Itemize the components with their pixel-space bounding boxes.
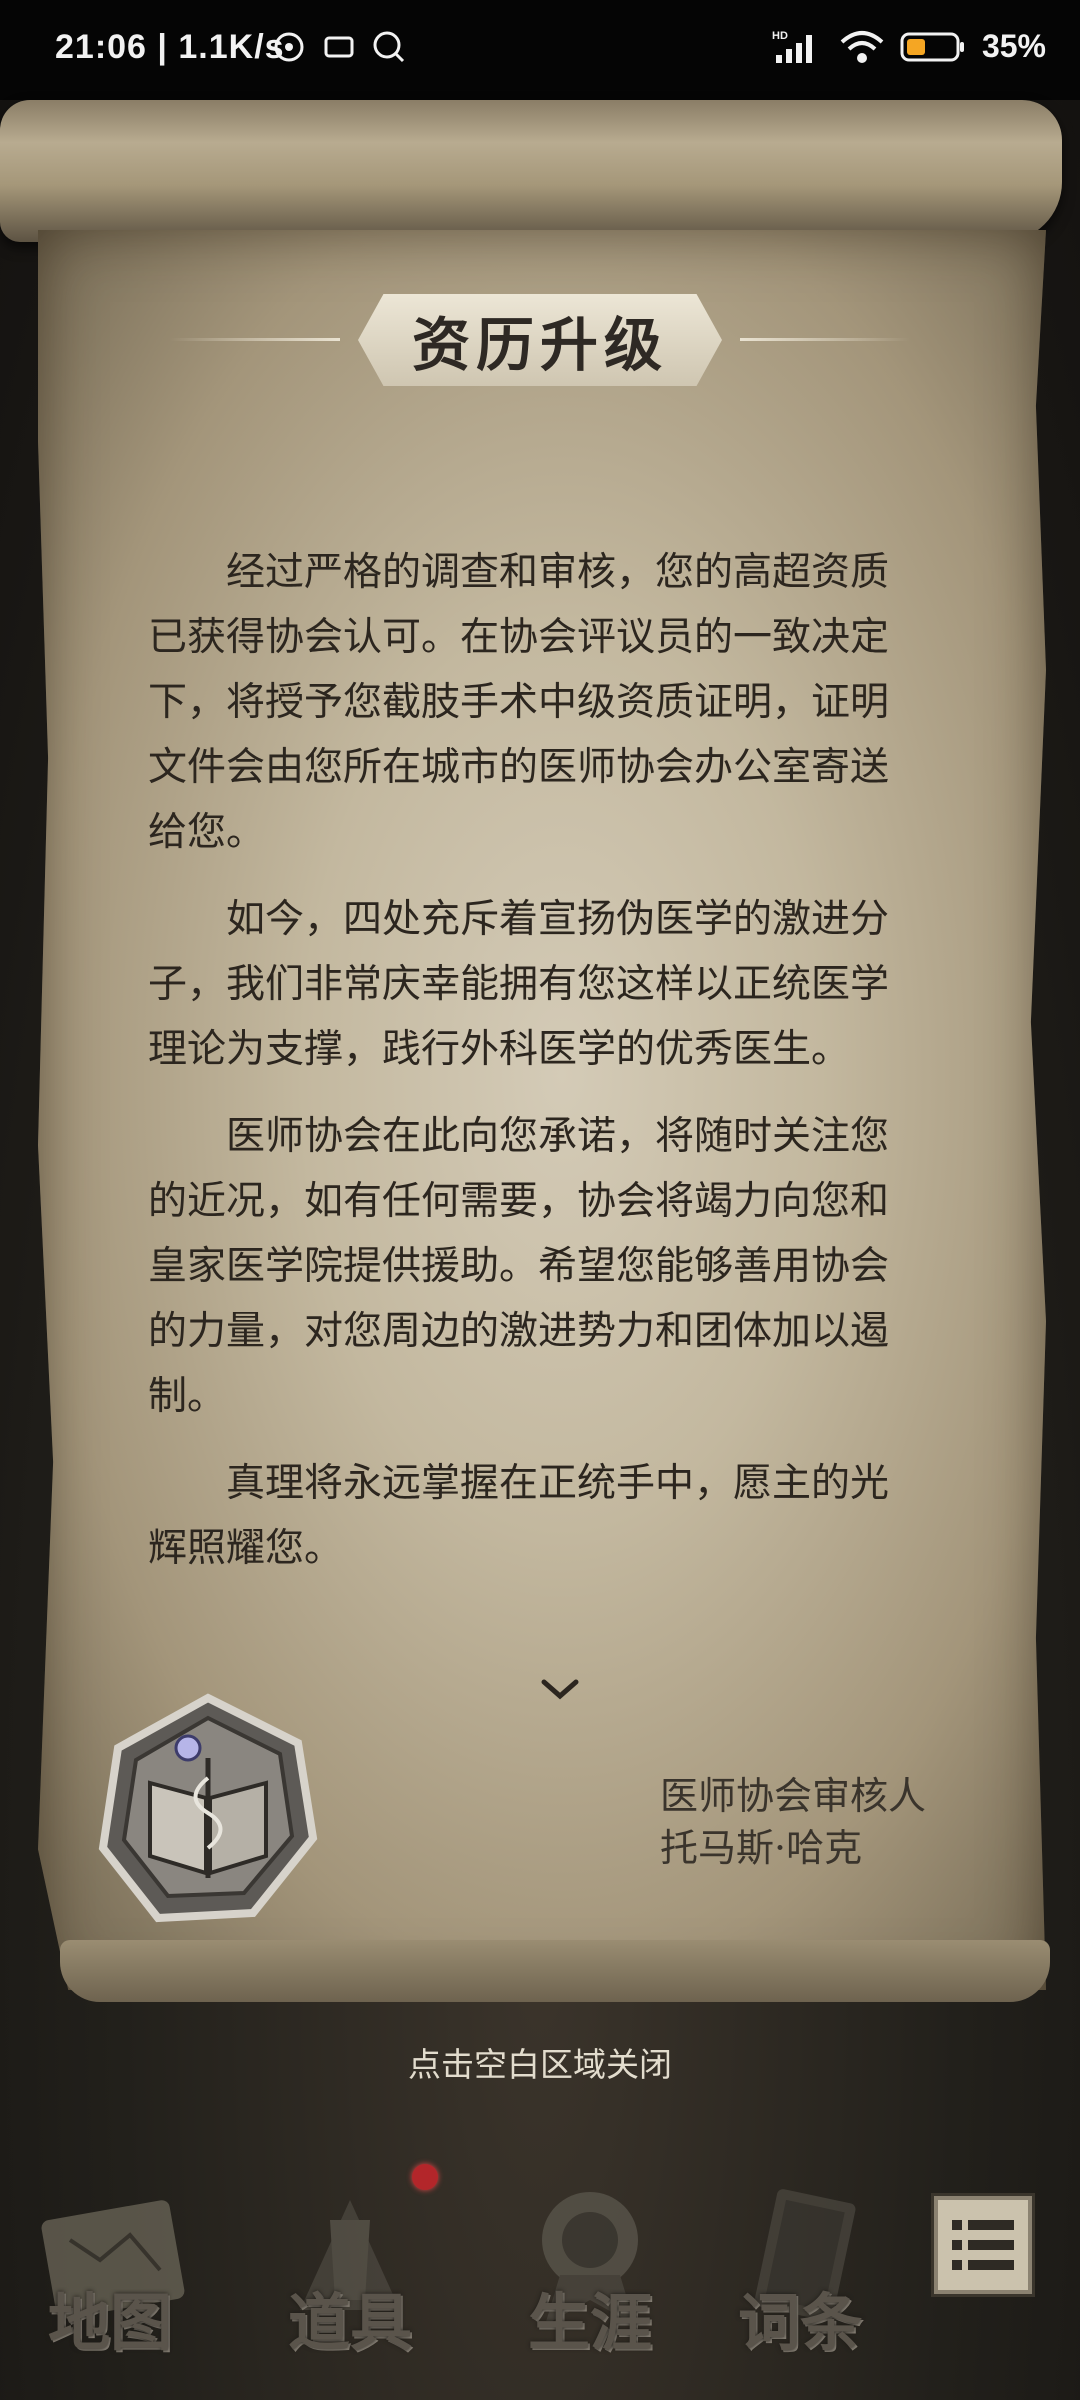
status-bar: 21:06 | 1.1K/s HD 35% [0,0,1080,100]
nav-label: 词条 [737,2286,862,2359]
signal-icon: HD [772,30,812,63]
nav-label: 道具 [287,2286,412,2359]
letter-paragraph: 如今，四处充斥着宣扬伪医学的激进分子，我们非常庆幸能拥有您这样以正统医学理论为支… [148,897,890,1072]
chevron-down-icon[interactable] [540,1676,580,1702]
font-search-icon [373,31,405,63]
close-hint: 点击空白区域关闭 [408,2045,672,2084]
title-ornament-right [740,338,910,341]
nav-label: 生涯 [527,2286,652,2359]
notification-dot [412,2164,438,2190]
nav-label: 地图 [47,2286,172,2359]
signer-title: 医师协会审核人 [660,1774,927,1818]
nav-career[interactable]: 生涯 [490,2160,690,2400]
app-notification-icon [324,36,354,58]
association-seal-icon [98,1693,318,1923]
scroll-roll [0,100,1062,242]
nav-items[interactable]: 道具 [250,2160,450,2400]
bottom-nav: 地图 道具 生涯 词条 [0,2160,1080,2400]
status-time: 21:06 | 1.1K/s [55,28,285,66]
battery-icon [900,32,964,61]
network-type-label: HD [772,30,788,42]
nav-map[interactable]: 地图 [10,2160,210,2400]
title-plaque: 资历升级 [358,294,722,386]
letter-paragraph: 经过严格的调查和审核，您的高超资质已获得协会认可。在协会评议员的一致决定下，将授… [148,550,890,855]
list-menu-icon [952,2220,1014,2270]
sync-icon [274,32,304,62]
letter-paragraph: 医师协会在此向您承诺，将随时关注您的近况，如有任何需要，协会将竭力向您和皇家医学… [148,1114,890,1419]
wifi-icon [840,30,884,63]
letter-paragraph: 真理将永远掌握在正统手中，愿主的光辉照耀您。 [148,1461,890,1571]
nav-glossary[interactable]: 词条 [700,2160,900,2400]
signature-block: 医师协会审核人 托马斯·哈克 [660,1770,926,1874]
battery-percent: 35% [981,28,1046,64]
menu-button[interactable] [934,2196,1032,2294]
signer-name: 托马斯·哈克 [660,1826,863,1870]
title-banner: 资历升级 [170,290,910,390]
letter-title: 资历升级 [411,311,668,379]
title-ornament-left [170,338,340,341]
letter-body: 经过严格的调查和审核，您的高超资质已获得协会认可。在协会评议员的一致决定下，将授… [148,540,908,1603]
scroll-bottom-edge [60,1940,1050,2002]
